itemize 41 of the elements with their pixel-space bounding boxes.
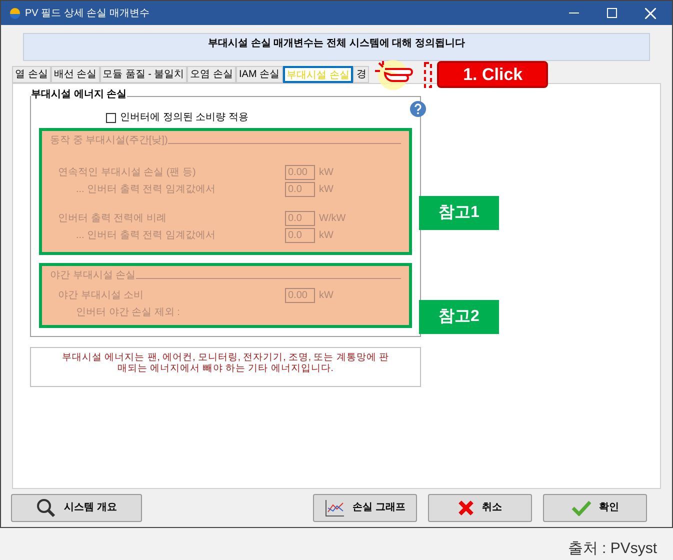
app-icon <box>9 7 21 19</box>
callout-label: 참고2 <box>419 300 499 334</box>
click-callout: 1. Click <box>437 61 548 88</box>
unit-label: kW <box>319 183 334 197</box>
source-caption: 출처 : PVsyst <box>568 538 657 558</box>
line-chart-icon <box>324 498 345 516</box>
field-label: 인버터 출력 전력에 비례 <box>57 212 168 226</box>
group-title: 부대시설 에너지 손실 <box>31 90 127 100</box>
field-label: 인버터 야간 손실 제외 : <box>75 306 181 320</box>
checkbox-label: 인버터에 정의된 소비량 적용 <box>120 111 248 125</box>
close-icon[interactable] <box>645 8 656 18</box>
checkmark-icon <box>571 500 591 516</box>
unit-label: kW <box>319 289 334 303</box>
help-icon[interactable] <box>410 101 426 117</box>
cancel-button[interactable]: 취소 <box>428 494 532 522</box>
close-icon <box>458 500 474 516</box>
tab[interactable]: 오염 손실 <box>187 66 236 83</box>
tab[interactable]: 모듈 품질 - 불일치 <box>100 66 188 83</box>
tab[interactable]: 경 <box>353 66 370 83</box>
window-title: PV 필드 상세 손실 매개변수 <box>25 6 150 20</box>
graph-button[interactable]: 손실 그래프 <box>313 494 417 522</box>
search-icon <box>36 498 56 518</box>
field-label: ... 인버터 출력 전력 임계값에서 <box>75 229 216 243</box>
note-box: 부대시설 에너지는 팬, 에어컨, 모니터링, 전자기기, 조명, 또는 계통망에 판매되는 에너지에서 빼야 하는 기타 에너지입니다. <box>30 347 421 387</box>
checkbox[interactable] <box>106 112 116 122</box>
ok-button[interactable]: 확인 <box>543 494 647 522</box>
tab[interactable]: 열 손실 <box>12 66 51 83</box>
overview-button[interactable]: 시스템 개요 <box>11 494 142 522</box>
tab[interactable]: 배선 손실 <box>50 66 100 83</box>
unit-label: kW <box>319 166 334 180</box>
info-banner: 부대시설 손실 매개변수는 전체 시스템에 대해 정의됩니다 <box>23 33 650 61</box>
tab[interactable]: IAM 손실 <box>236 66 283 83</box>
section-title: 야간 부대시설 손실 <box>50 271 136 281</box>
maximize-icon[interactable] <box>607 8 617 18</box>
unit-label: kW <box>319 229 334 243</box>
unit-label: W/kW <box>319 212 346 226</box>
field-label: ... 인버터 출력 전력 임계값에서 <box>75 183 216 197</box>
callout-label: 참고1 <box>419 196 499 230</box>
section-title: 동작 중 부대시설(주간[낮]) <box>50 136 168 146</box>
field-label: 연속적인 부대시설 손실 (팬 등) <box>57 166 197 180</box>
field-label: 야간 부대시설 소비 <box>57 289 145 303</box>
